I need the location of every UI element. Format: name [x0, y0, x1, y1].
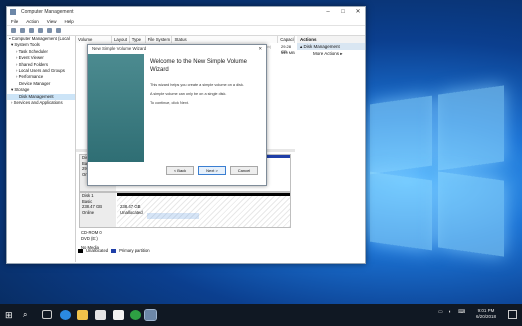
wizard-text: This wizard helps you create a simple vo… [150, 83, 244, 87]
menu-action[interactable]: Action [26, 19, 39, 24]
disk-row[interactable]: Disk 1 Basic 238.47 GB Online 238.47 GB … [79, 192, 291, 228]
actions-header: Actions [297, 36, 365, 43]
disk-row[interactable]: CD-ROM 0 DVD (E:) No Media [79, 230, 289, 250]
col-type[interactable]: Type [130, 36, 146, 43]
store-icon[interactable] [95, 310, 106, 320]
capacity-cell: 549 MB [281, 50, 295, 55]
search-icon[interactable]: ⌕ [23, 310, 34, 320]
col-layout[interactable]: Layout [112, 36, 130, 43]
legend-primary: Primary partition [119, 248, 150, 253]
col-volume[interactable]: Volume [76, 36, 113, 43]
cancel-button[interactable]: Cancel [230, 166, 258, 175]
notifications-icon[interactable] [508, 310, 517, 319]
forward-icon[interactable] [20, 28, 25, 33]
toolbar [7, 26, 365, 36]
disk-info: Disk 1 Basic 238.47 GB Online [80, 193, 116, 227]
actions-section[interactable]: ▴ Disk Management [297, 43, 365, 50]
wizard-text: To continue, click Next. [150, 101, 189, 105]
start-icon[interactable]: ⊞ [5, 310, 16, 320]
network-icon[interactable]: ▭ [438, 309, 443, 315]
file-explorer-icon[interactable] [77, 310, 88, 320]
partition-size: 238.47 GB [120, 204, 141, 209]
task-view-icon[interactable] [42, 310, 52, 319]
xbox-icon[interactable] [130, 310, 141, 320]
back-button[interactable]: < Back [166, 166, 194, 175]
wizard-side-banner [88, 54, 144, 162]
legend-unallocated: Unallocated [86, 248, 109, 253]
edge-icon[interactable] [60, 310, 71, 320]
window-titlebar: Computer Management – □ ✕ [7, 7, 365, 17]
menu-file[interactable]: File [11, 19, 18, 24]
up-icon[interactable] [29, 28, 34, 33]
menu-bar: File Action View Help [7, 17, 365, 26]
legend: Unallocated Primary partition [78, 248, 150, 253]
wizard-buttons: < Back Next > Cancel [166, 166, 258, 175]
tree-item-services-apps[interactable]: › Services and Applications [7, 100, 75, 106]
volume-icon[interactable]: ◖ [448, 309, 451, 315]
partition-label: Unallocated [120, 209, 143, 215]
close-button[interactable]: ✕ [351, 7, 365, 17]
wizard-text: A simple volume can only be on a single … [150, 92, 227, 96]
more-actions[interactable]: More Actions ▸ [297, 50, 365, 58]
unallocated-partition[interactable]: 238.47 GB Unallocated [117, 193, 290, 227]
col-status[interactable]: Status [172, 36, 279, 43]
col-file-system[interactable]: File System [146, 36, 173, 43]
wizard-close-icon[interactable]: ✕ [258, 45, 262, 53]
menu-view[interactable]: View [47, 19, 57, 24]
computer-management-taskbar-icon[interactable] [144, 309, 157, 321]
mail-icon[interactable] [113, 310, 124, 320]
selection-highlight [147, 213, 199, 219]
navigation-tree: ▪ Computer Management (Local ▾ System To… [7, 36, 76, 262]
window-title: Computer Management [21, 9, 74, 15]
maximize-button[interactable]: □ [336, 7, 350, 17]
view-icon[interactable] [56, 28, 61, 33]
clock[interactable]: 9:01 PM 6/20/2018 [476, 308, 496, 320]
disk-info: CD-ROM 0 DVD (E:) No Media [79, 230, 115, 250]
col-capacity[interactable]: Capacity [278, 36, 295, 43]
menu-help[interactable]: Help [64, 19, 73, 24]
next-button[interactable]: Next > [198, 166, 226, 175]
minimize-button[interactable]: – [321, 7, 335, 17]
legend-swatch [78, 248, 83, 253]
app-icon [10, 9, 16, 15]
taskbar: ⊞ ⌕ ▭ ◖ ⌨ 9:01 PM 6/20/2018 [0, 304, 522, 326]
help-icon[interactable] [47, 28, 52, 33]
windows-logo [360, 80, 510, 260]
properties-icon[interactable] [38, 28, 43, 33]
legend-swatch [111, 248, 117, 253]
wizard-titlebar: New Simple Volume Wizard ✕ [92, 45, 262, 53]
back-icon[interactable] [11, 28, 16, 33]
wizard-heading: Welcome to the New Simple Volume Wizard [150, 59, 247, 73]
ime-icon[interactable]: ⌨ [458, 309, 465, 315]
actions-pane: Actions ▴ Disk Management More Actions ▸ [297, 36, 365, 262]
new-simple-volume-wizard: New Simple Volume Wizard ✕ Welcome to th… [87, 44, 267, 186]
